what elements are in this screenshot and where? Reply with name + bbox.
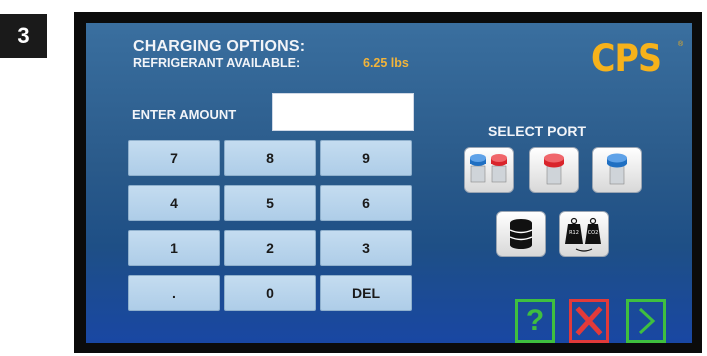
key-5[interactable]: 5: [224, 185, 316, 221]
enter-amount-label: ENTER AMOUNT: [132, 107, 237, 122]
high-side-port-icon: [544, 153, 564, 185]
port-dual-button[interactable]: [464, 147, 514, 193]
tank-button[interactable]: [496, 211, 546, 257]
x-icon: [575, 306, 603, 336]
weight-label-r12: R12: [569, 230, 579, 236]
key-delete[interactable]: DEL: [320, 275, 412, 311]
registered-mark: ®: [678, 41, 684, 48]
weight-label-co2: CO2: [588, 230, 599, 236]
help-icon: ?: [525, 304, 545, 337]
tank-icon: [509, 219, 533, 249]
key-6[interactable]: 6: [320, 185, 412, 221]
scale-weights-icon: R12 CO2: [565, 217, 601, 252]
key-0[interactable]: 0: [224, 275, 316, 311]
port-low-side-button[interactable]: [592, 147, 642, 193]
key-7[interactable]: 7: [128, 140, 220, 176]
page-title: CHARGING OPTIONS:: [133, 38, 306, 55]
scale-weights-button[interactable]: R12 CO2: [559, 211, 609, 257]
low-side-port-icon: [607, 153, 627, 185]
charging-options-screen: CHARGING OPTIONS: REFRIGERANT AVAILABLE:…: [86, 23, 692, 343]
refrigerant-available-label: REFRIGERANT AVAILABLE:: [133, 56, 301, 70]
cancel-button[interactable]: [569, 299, 609, 343]
key-8[interactable]: 8: [224, 140, 316, 176]
select-port-label: SELECT PORT: [488, 123, 587, 139]
refrigerant-available-value: 6.25 lbs: [363, 56, 409, 70]
dual-port-icon: [470, 154, 507, 183]
cps-logo: CPS: [591, 37, 662, 80]
key-1[interactable]: 1: [128, 230, 220, 266]
key-9[interactable]: 9: [320, 140, 412, 176]
key-2[interactable]: 2: [224, 230, 316, 266]
port-high-side-button[interactable]: [529, 147, 579, 193]
next-button[interactable]: [626, 299, 666, 343]
step-number-badge: 3: [0, 14, 47, 58]
key-decimal[interactable]: .: [128, 275, 220, 311]
help-button[interactable]: ?: [515, 299, 555, 343]
key-4[interactable]: 4: [128, 185, 220, 221]
chevron-right-icon: [638, 307, 656, 335]
amount-input[interactable]: [272, 93, 414, 131]
device-screen-frame: CHARGING OPTIONS: REFRIGERANT AVAILABLE:…: [74, 12, 702, 353]
key-3[interactable]: 3: [320, 230, 412, 266]
